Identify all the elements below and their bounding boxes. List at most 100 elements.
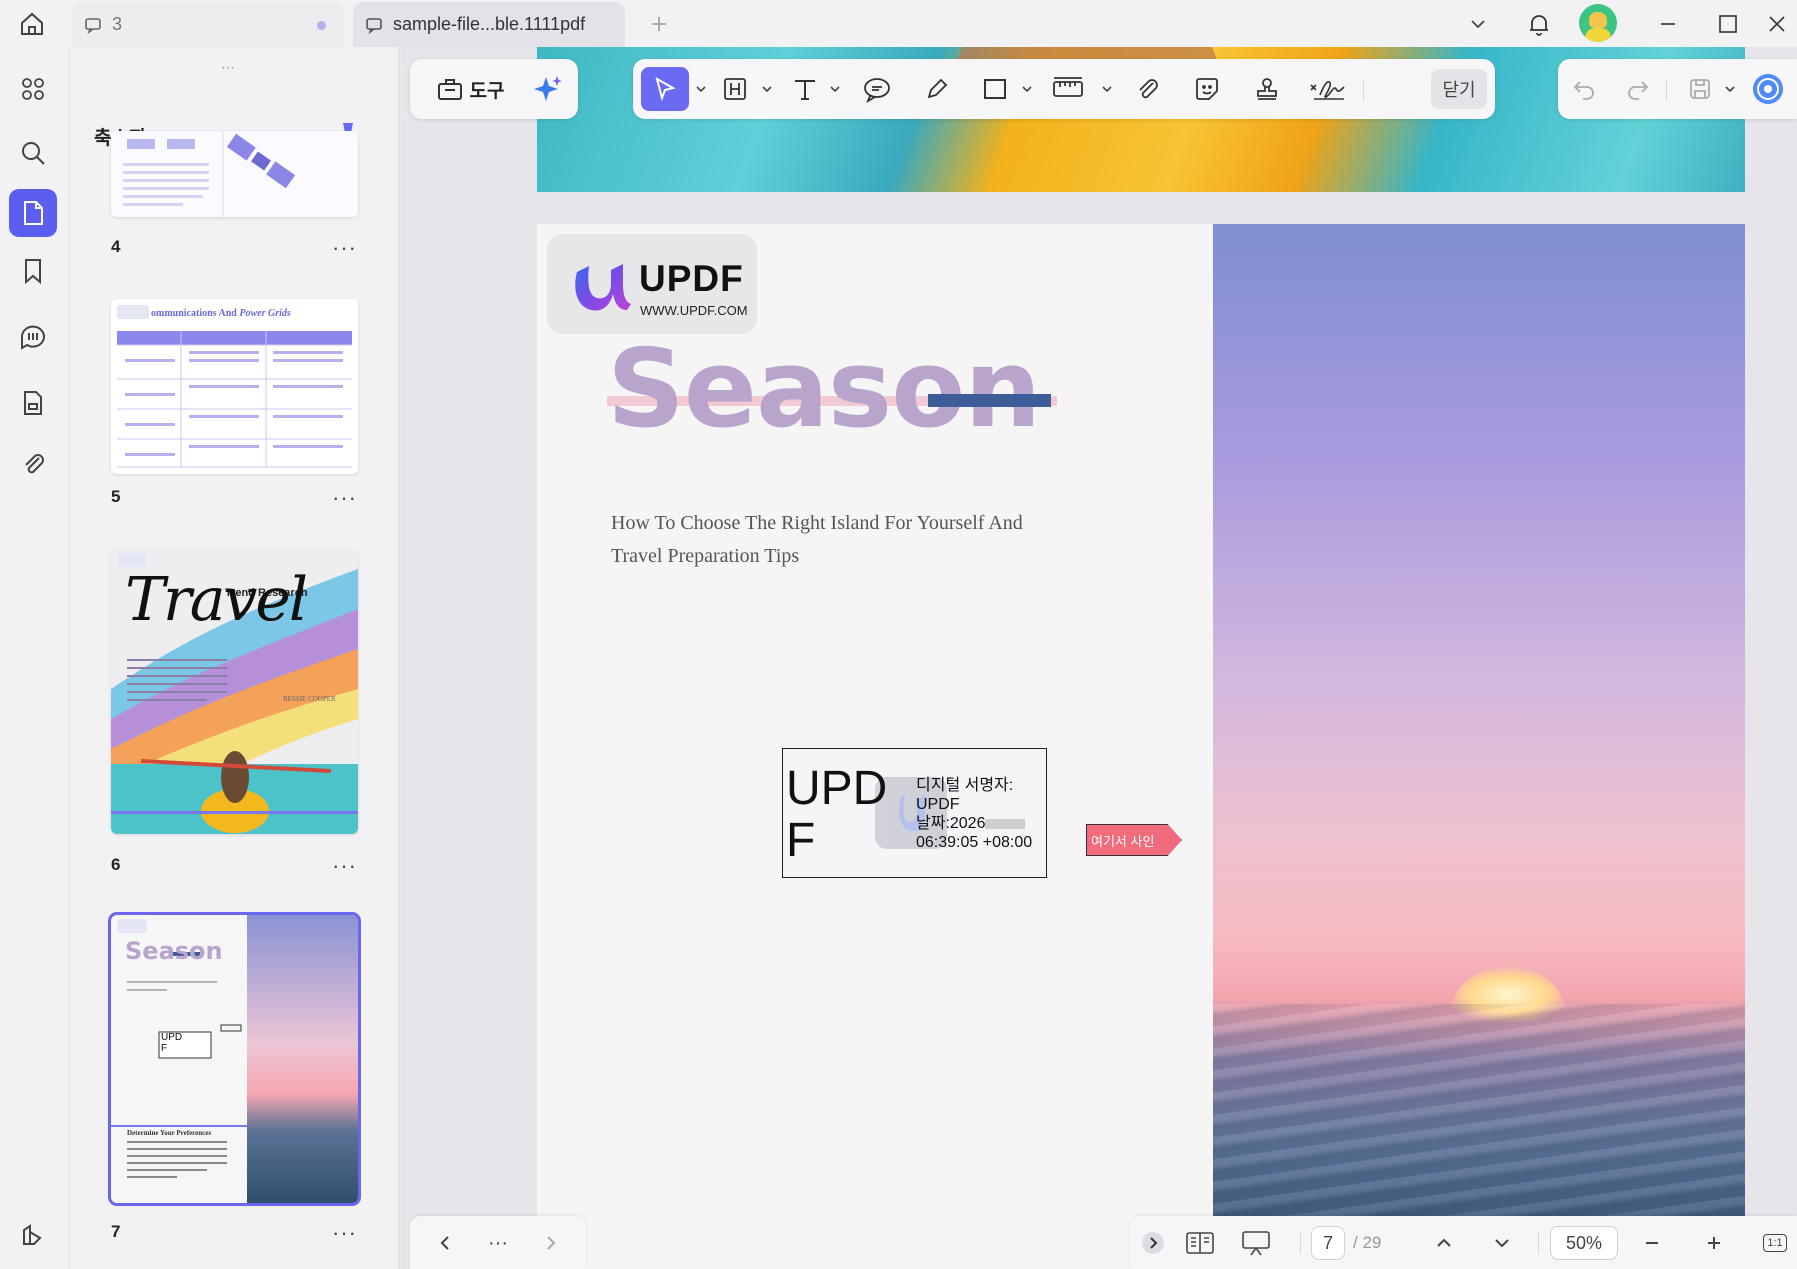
- zoom-out-button[interactable]: [1638, 1226, 1666, 1260]
- ai-chat-icon: [1753, 74, 1783, 104]
- signature-line-2: UPDF: [916, 796, 960, 813]
- close-window-button[interactable]: [1757, 4, 1797, 44]
- thumbnail-page-5-more[interactable]: ···: [332, 487, 357, 509]
- document-viewport[interactable]: UPDF WWW.UPDF.COM Season How To Choose T…: [401, 47, 1797, 1269]
- rail-bookmarks-button[interactable]: [9, 247, 57, 295]
- home-icon: [21, 12, 43, 35]
- actual-size-button[interactable]: 1:1: [1760, 1226, 1790, 1260]
- plus-icon: [652, 17, 666, 31]
- zoom-level-input[interactable]: [1550, 1226, 1618, 1260]
- grid-icon: [22, 78, 44, 100]
- tab-document[interactable]: sample-file...ble.1111pdf: [353, 2, 625, 47]
- measure-tool-button[interactable]: [1043, 67, 1093, 111]
- signature-details: 디지털 서명자: UPDF 날짜:2026 06:39:05 +08:00: [916, 776, 1032, 852]
- ruler-icon: [1053, 77, 1083, 97]
- tools-button[interactable]: 도구: [422, 67, 518, 111]
- signature-icon: [1310, 80, 1345, 100]
- tabs-dropdown-button[interactable]: [1458, 4, 1498, 44]
- pencil-tool-button[interactable]: [915, 67, 959, 111]
- thumbnail-page-7-number: 7: [111, 1222, 121, 1241]
- minimize-button[interactable]: [1648, 4, 1688, 44]
- thumbnail-page-7-more[interactable]: ···: [332, 1222, 357, 1244]
- home-button[interactable]: [14, 6, 50, 42]
- ai-chat-button[interactable]: [1746, 67, 1790, 111]
- thumbnail-page-6-more[interactable]: ···: [332, 855, 357, 877]
- page-layout-button[interactable]: [1182, 1226, 1218, 1260]
- chevron-right-circle-icon: [1142, 1232, 1164, 1254]
- thumbnail-page-6[interactable]: Trend Research Travel BESSIE COOPER: [111, 549, 358, 834]
- signature-line-1: 디지털 서명자:: [916, 777, 1014, 794]
- comment-tool-button[interactable]: [855, 67, 899, 111]
- maximize-button[interactable]: [1708, 4, 1748, 44]
- sticker-tool-button[interactable]: [1185, 67, 1229, 111]
- save-dropdown-icon[interactable]: [1724, 83, 1736, 95]
- measure-dropdown-icon[interactable]: [1101, 83, 1113, 95]
- sign-here-tab[interactable]: 여기서 사인: [1086, 824, 1182, 856]
- previous-button[interactable]: [428, 1226, 462, 1260]
- notifications-button[interactable]: [1519, 4, 1559, 44]
- previous-page-button[interactable]: [1430, 1226, 1458, 1260]
- rail-attachments-button[interactable]: [9, 439, 57, 487]
- toolbox-icon: [437, 79, 462, 100]
- select-tool-button[interactable]: [641, 67, 689, 111]
- signature-tool-button[interactable]: [1303, 67, 1353, 111]
- ai-assistant-button[interactable]: [526, 67, 570, 111]
- panel-resize-grip[interactable]: ⋯: [221, 59, 236, 76]
- rail-forms-button[interactable]: [9, 379, 57, 427]
- two-page-icon: [1186, 1232, 1214, 1254]
- presentation-button[interactable]: [1238, 1226, 1274, 1260]
- actual-size-label: 1:1: [1763, 1234, 1787, 1252]
- page-7-section: Determine Your Preferences: [127, 1129, 212, 1137]
- highlight-dropdown-icon[interactable]: [761, 83, 773, 95]
- select-tool-dropdown-icon[interactable]: [695, 83, 707, 95]
- sparkle-icon: [534, 76, 562, 101]
- redo-button[interactable]: [1616, 67, 1660, 111]
- chevron-down-icon: [1471, 20, 1485, 29]
- save-button[interactable]: [1680, 67, 1720, 111]
- title-bar: 3 sample-file...ble.1111pdf: [0, 0, 1797, 47]
- page-6-script-title: Travel: [125, 565, 308, 635]
- thumbnail-page-4-more[interactable]: ···: [332, 237, 357, 259]
- status-bar: / 29 1:1: [1130, 1216, 1797, 1269]
- undo-button[interactable]: [1562, 67, 1606, 111]
- brush-icon: [23, 1224, 42, 1245]
- bell-icon: [1530, 15, 1548, 36]
- page-7-title: Season: [125, 937, 223, 965]
- rail-thumbnails-button[interactable]: [9, 189, 57, 237]
- tab-comments[interactable]: 3: [72, 2, 344, 47]
- toolbar-separator: [1666, 79, 1667, 101]
- thumbnail-page-5[interactable]: ommunications And Power Grids: [111, 299, 358, 474]
- next-button[interactable]: [534, 1226, 568, 1260]
- shape-tool-button[interactable]: [973, 67, 1017, 111]
- highlight-tool-button[interactable]: [713, 67, 757, 111]
- zoom-in-button[interactable]: [1700, 1226, 1728, 1260]
- thumbnail-page-7[interactable]: Season UPD F Determine Your Preferences: [108, 912, 361, 1206]
- digital-signature-field[interactable]: UPD F 디지털 서명자: UPDF 날짜:2026 06:39:05 +08…: [782, 748, 1047, 878]
- form-icon: [24, 391, 42, 415]
- rail-comments-button[interactable]: [9, 313, 57, 361]
- stamp-tool-button[interactable]: [1245, 67, 1289, 111]
- strikethrough-annotation-blue[interactable]: [928, 394, 1051, 407]
- pdf-page-7[interactable]: UPDF WWW.UPDF.COM Season How To Choose T…: [537, 224, 1745, 1269]
- next-page-button[interactable]: [1488, 1226, 1516, 1260]
- sign-here-label: 여기서 사인: [1091, 833, 1155, 849]
- rail-search-button[interactable]: [9, 129, 57, 177]
- undo-icon: [1573, 81, 1594, 100]
- nav-more-button[interactable]: ···: [481, 1226, 515, 1260]
- avatar-face: [1589, 12, 1607, 28]
- user-avatar[interactable]: [1579, 4, 1617, 42]
- attach-tool-button[interactable]: [1125, 67, 1169, 111]
- save-icon: [1690, 79, 1710, 99]
- expand-status-button[interactable]: [1140, 1226, 1166, 1260]
- rail-overview-button[interactable]: [9, 65, 57, 113]
- page-number-input[interactable]: [1311, 1226, 1345, 1260]
- bookmark-icon: [25, 259, 41, 285]
- rail-theme-button[interactable]: [9, 1211, 57, 1259]
- text-tool-button[interactable]: [783, 67, 827, 111]
- shape-dropdown-icon[interactable]: [1021, 83, 1033, 95]
- text-tool-dropdown-icon[interactable]: [829, 83, 841, 95]
- thumbnail-page-5-number: 5: [111, 487, 121, 506]
- close-tools-button[interactable]: 닫기: [1431, 69, 1487, 109]
- new-tab-button[interactable]: [644, 9, 674, 39]
- thumbnail-page-4[interactable]: [111, 131, 358, 217]
